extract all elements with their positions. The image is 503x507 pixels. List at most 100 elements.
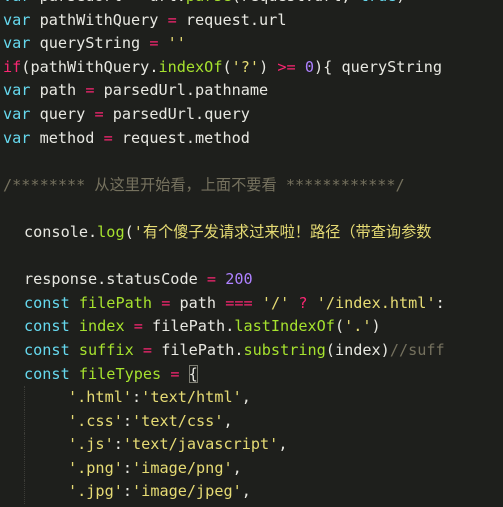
- code-token: '.js': [68, 435, 114, 454]
- indent-guide: [24, 456, 25, 481]
- code-line[interactable]: '.html':'text/html',: [0, 386, 503, 410]
- code-token: :: [122, 458, 133, 477]
- code-token: method: [30, 128, 104, 147]
- code-token: ,: [241, 482, 251, 501]
- code-token: var: [3, 10, 31, 29]
- code-line[interactable]: const suffix = filePath.substring(index)…: [0, 339, 503, 363]
- code-token: :: [122, 411, 133, 430]
- code-token: parsedUrl.query: [103, 104, 250, 123]
- code-line[interactable]: '.css':'text/css',: [0, 409, 503, 434]
- code-token: queryString: [30, 34, 150, 53]
- indent-guide: [24, 480, 25, 505]
- code-line[interactable]: var query = parsedUrl.query: [0, 103, 503, 127]
- code-line[interactable]: const filePath = path === '/' ? '/index.…: [0, 292, 503, 316]
- code-token: =: [103, 128, 113, 147]
- code-line[interactable]: const fileTypes = {: [0, 363, 503, 387]
- code-token: //suff: [389, 340, 445, 359]
- code-token: fileTypes: [78, 364, 162, 383]
- code-token: var: [3, 128, 31, 147]
- code-token: log: [97, 222, 125, 241]
- code-token: index: [334, 340, 381, 359]
- code-token: ): [259, 57, 269, 76]
- code-token: true: [360, 0, 397, 5]
- code-token: :: [113, 435, 123, 454]
- code-line[interactable]: /******** 从这里开始看，上面不要看 ************/: [0, 174, 503, 198]
- code-token: '/': [261, 293, 290, 312]
- code-token: '.jpg': [68, 482, 123, 501]
- code-line[interactable]: response.statusCode = 200: [0, 268, 503, 292]
- code-token: const: [24, 340, 70, 359]
- code-editor[interactable]: var parsedUrl = url.parse(request.url, t…: [0, 0, 503, 507]
- code-token: '有个傻子发请求过来啦！路径（带查询参数: [133, 222, 432, 241]
- code-token: path: [170, 293, 226, 312]
- code-token: (: [325, 340, 335, 359]
- code-line[interactable]: [0, 150, 503, 174]
- code-token: substring: [243, 340, 326, 359]
- code-token: ): [371, 317, 381, 336]
- code-token: { queryString: [323, 57, 443, 76]
- code-token: const: [24, 364, 70, 383]
- code-token: '.': [344, 317, 372, 336]
- code-token: parsedUrl: [30, 0, 131, 5]
- code-token: index: [78, 317, 125, 336]
- code-token: ): [314, 57, 324, 76]
- code-token: ?: [298, 293, 308, 312]
- code-token: /******** 从这里开始看，上面不要看 ************/: [3, 175, 405, 194]
- code-token: {: [188, 364, 198, 383]
- code-token: (: [124, 222, 134, 241]
- code-token: query: [30, 104, 95, 123]
- code-token: var: [3, 104, 31, 123]
- code-token: '.html': [68, 388, 133, 407]
- code-line[interactable]: '.js':'text/javascript',: [0, 433, 503, 457]
- code-token: >=: [277, 57, 296, 76]
- code-token: =: [133, 317, 143, 336]
- code-token: '.png': [68, 458, 123, 477]
- code-line[interactable]: var method = request.method: [0, 127, 503, 151]
- code-token: var: [3, 0, 30, 5]
- code-line[interactable]: '.jpg':'image/jpeg',: [0, 480, 503, 505]
- code-line[interactable]: if(pathWithQuery.indexOf('?') >= 0){ que…: [0, 56, 503, 80]
- indent-guide: [24, 409, 25, 434]
- code-token: 0: [304, 57, 314, 76]
- code-line[interactable]: const index = filePath.lastIndexOf('.'): [0, 315, 503, 339]
- code-token: '/index.html': [316, 293, 436, 312]
- code-line[interactable]: [0, 245, 503, 269]
- code-token: ,: [223, 411, 233, 430]
- code-token: var: [3, 81, 31, 100]
- code-token: 200: [225, 270, 253, 289]
- code-token: ,: [278, 435, 288, 454]
- code-token: :: [122, 482, 133, 501]
- code-token: indexOf: [158, 57, 223, 76]
- code-token: url.: [140, 0, 186, 5]
- code-line[interactable]: [0, 197, 503, 221]
- code-token: console.: [24, 222, 98, 241]
- code-token: 'image/jpeg': [132, 482, 242, 501]
- code-token: 'text/html': [141, 388, 242, 407]
- code-token: =: [131, 0, 140, 5]
- code-line[interactable]: var parsedUrl = url.parse(request.url, t…: [0, 0, 503, 9]
- code-token: 'text/css': [132, 411, 224, 430]
- code-token: '?': [231, 57, 260, 76]
- indent-guide: [24, 433, 25, 457]
- code-token: parsedUrl.pathname: [94, 81, 269, 100]
- code-line[interactable]: var path = parsedUrl.pathname: [0, 79, 503, 103]
- code-line[interactable]: var queryString = '': [0, 32, 503, 56]
- code-token: filePath.: [152, 340, 244, 359]
- code-line[interactable]: var pathWithQuery = request.url: [0, 9, 503, 33]
- code-line[interactable]: console.log('有个傻子发请求过来啦！路径（带查询参数: [0, 221, 503, 245]
- code-token: pathWithQuery: [30, 10, 168, 29]
- code-line[interactable]: '.png':'image/png',: [0, 456, 503, 481]
- code-token: request.method: [112, 128, 250, 147]
- code-token: request.url: [176, 10, 287, 29]
- code-token: request.url,: [241, 0, 360, 5]
